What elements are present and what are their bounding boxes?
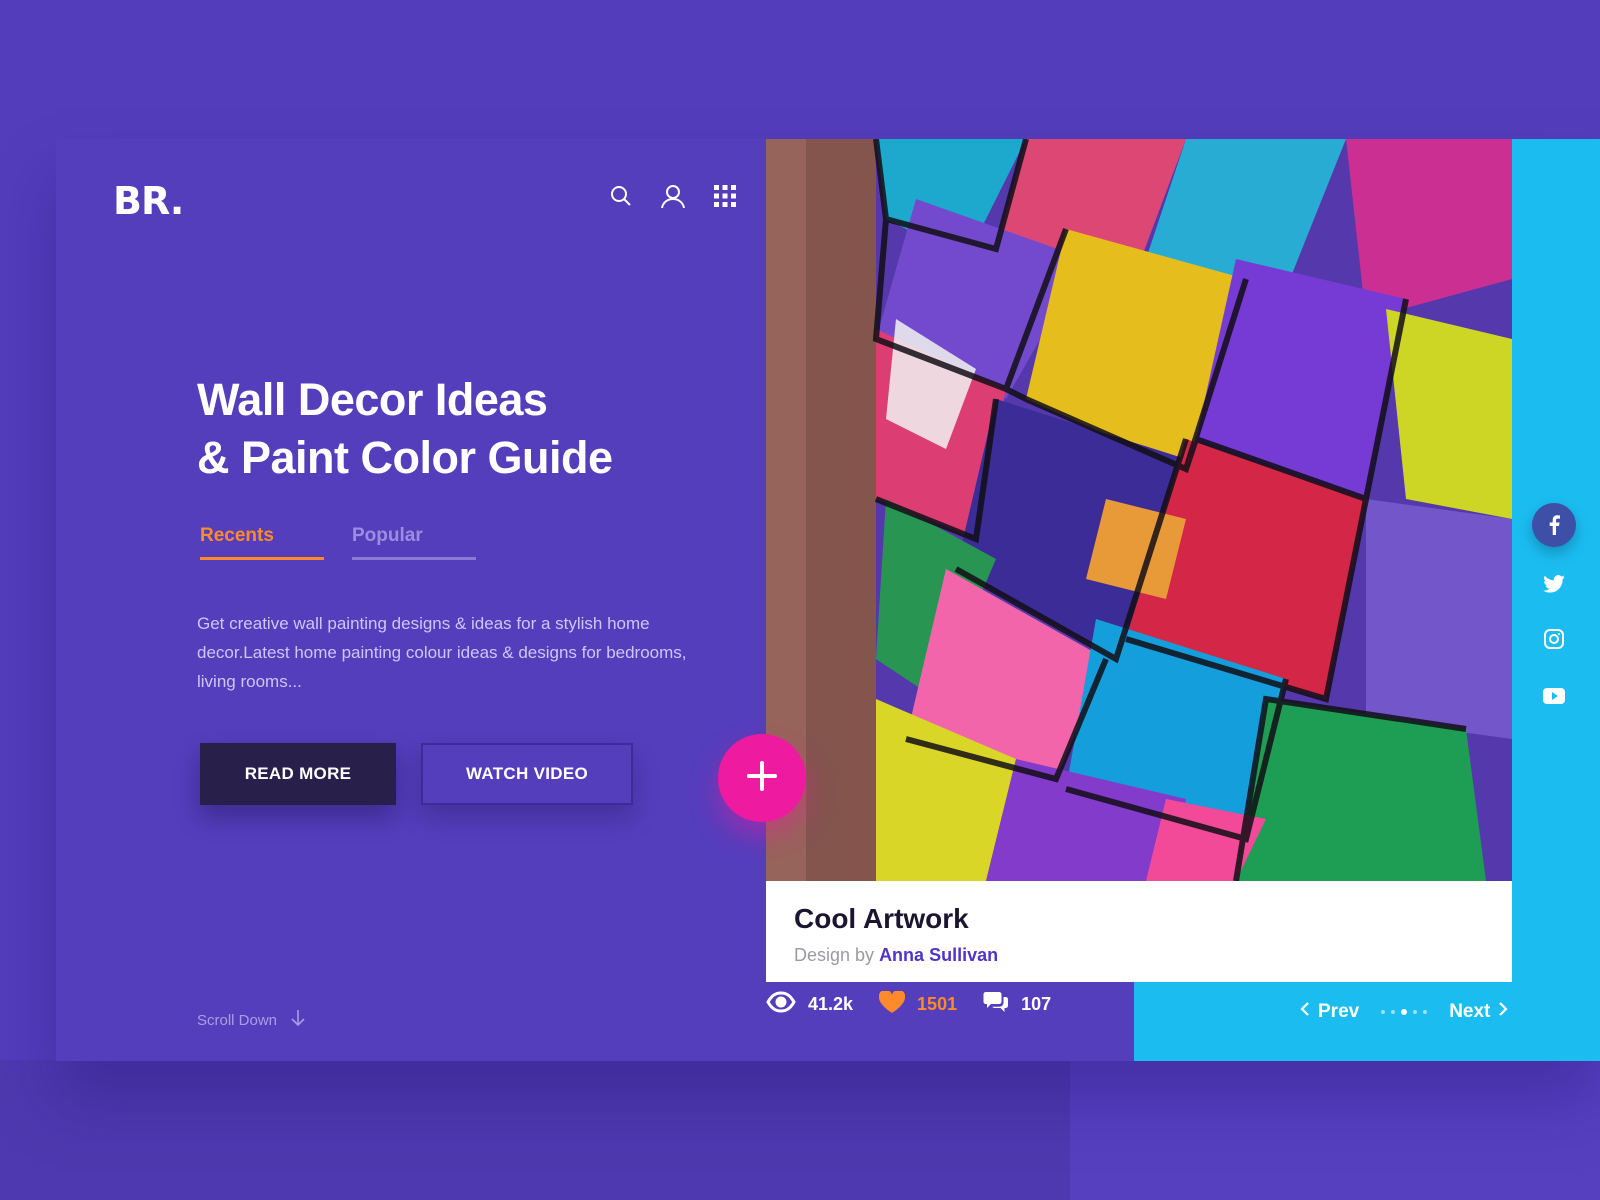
- add-button[interactable]: [718, 734, 806, 822]
- arrow-down-icon: [291, 1009, 305, 1031]
- brand-logo[interactable]: BR.: [113, 179, 184, 223]
- next-button[interactable]: Next: [1449, 1001, 1508, 1023]
- likes-stat[interactable]: 1501: [878, 989, 958, 1018]
- views-stat: 41.2k: [766, 991, 853, 1018]
- artwork-stats: 41.2k 1501 107: [766, 989, 1077, 1018]
- hero-card: BR. Wall Decor Ideas & Paint Color Guide…: [56, 139, 1600, 1061]
- likes-count: 1501: [917, 994, 958, 1014]
- background-shadow-right: [1070, 1060, 1600, 1200]
- pager-dot[interactable]: [1423, 1010, 1428, 1014]
- content-tabs: Recents Popular: [200, 525, 476, 560]
- tab-popular[interactable]: Popular: [352, 525, 476, 560]
- side-accent-strip: [1512, 139, 1600, 1061]
- user-icon[interactable]: [660, 183, 686, 209]
- chevron-right-icon: [1498, 1001, 1508, 1023]
- pager-dot[interactable]: [1391, 1010, 1396, 1014]
- chevron-left-icon: [1300, 1001, 1310, 1023]
- comments-count: 107: [1021, 994, 1052, 1014]
- search-icon[interactable]: [608, 183, 634, 209]
- grid-icon[interactable]: [712, 183, 738, 209]
- author-link[interactable]: Anna Sullivan: [879, 945, 998, 965]
- heart-icon: [878, 989, 906, 1018]
- artwork-title: Cool Artwork: [794, 903, 969, 934]
- facebook-icon[interactable]: [1532, 503, 1576, 547]
- next-label: Next: [1449, 1001, 1491, 1022]
- prev-button[interactable]: Prev: [1300, 1001, 1359, 1023]
- artwork-caption: Cool Artwork Design by Anna Sullivan: [766, 881, 1512, 982]
- page-title-line-1: Wall Decor Ideas: [197, 374, 548, 425]
- page-title-line-2: & Paint Color Guide: [197, 432, 613, 483]
- prev-label: Prev: [1318, 1001, 1360, 1022]
- instagram-icon[interactable]: [1532, 625, 1576, 653]
- hero-description: Get creative wall painting designs & ide…: [197, 614, 687, 691]
- pager-dot[interactable]: [1381, 1010, 1386, 1014]
- scroll-down-label: Scroll Down: [197, 1011, 278, 1029]
- header-actions: [608, 183, 738, 209]
- pager-dot[interactable]: [1413, 1010, 1418, 1014]
- pager-dot-active[interactable]: [1401, 1009, 1408, 1015]
- pager-dots: [1381, 1009, 1428, 1015]
- comment-icon: [983, 991, 1009, 1018]
- byline-prefix: Design by: [794, 945, 875, 965]
- plus-icon: [745, 759, 779, 798]
- twitter-icon[interactable]: [1532, 570, 1576, 598]
- eye-icon: [766, 991, 796, 1018]
- read-more-button[interactable]: READ MORE: [200, 743, 396, 805]
- page-title: Wall Decor Ideas & Paint Color Guide: [197, 371, 757, 487]
- artwork-image[interactable]: [766, 139, 1512, 881]
- tab-recents[interactable]: Recents: [200, 525, 324, 560]
- artwork-byline: Design by Anna Sullivan: [794, 945, 1484, 966]
- pager: Prev Next: [1300, 1001, 1508, 1023]
- watch-video-button[interactable]: WATCH VIDEO: [421, 743, 633, 805]
- scroll-down-link[interactable]: Scroll Down: [197, 1009, 305, 1031]
- youtube-icon[interactable]: [1532, 682, 1576, 710]
- views-count: 41.2k: [808, 994, 854, 1014]
- comments-stat[interactable]: 107: [983, 991, 1051, 1018]
